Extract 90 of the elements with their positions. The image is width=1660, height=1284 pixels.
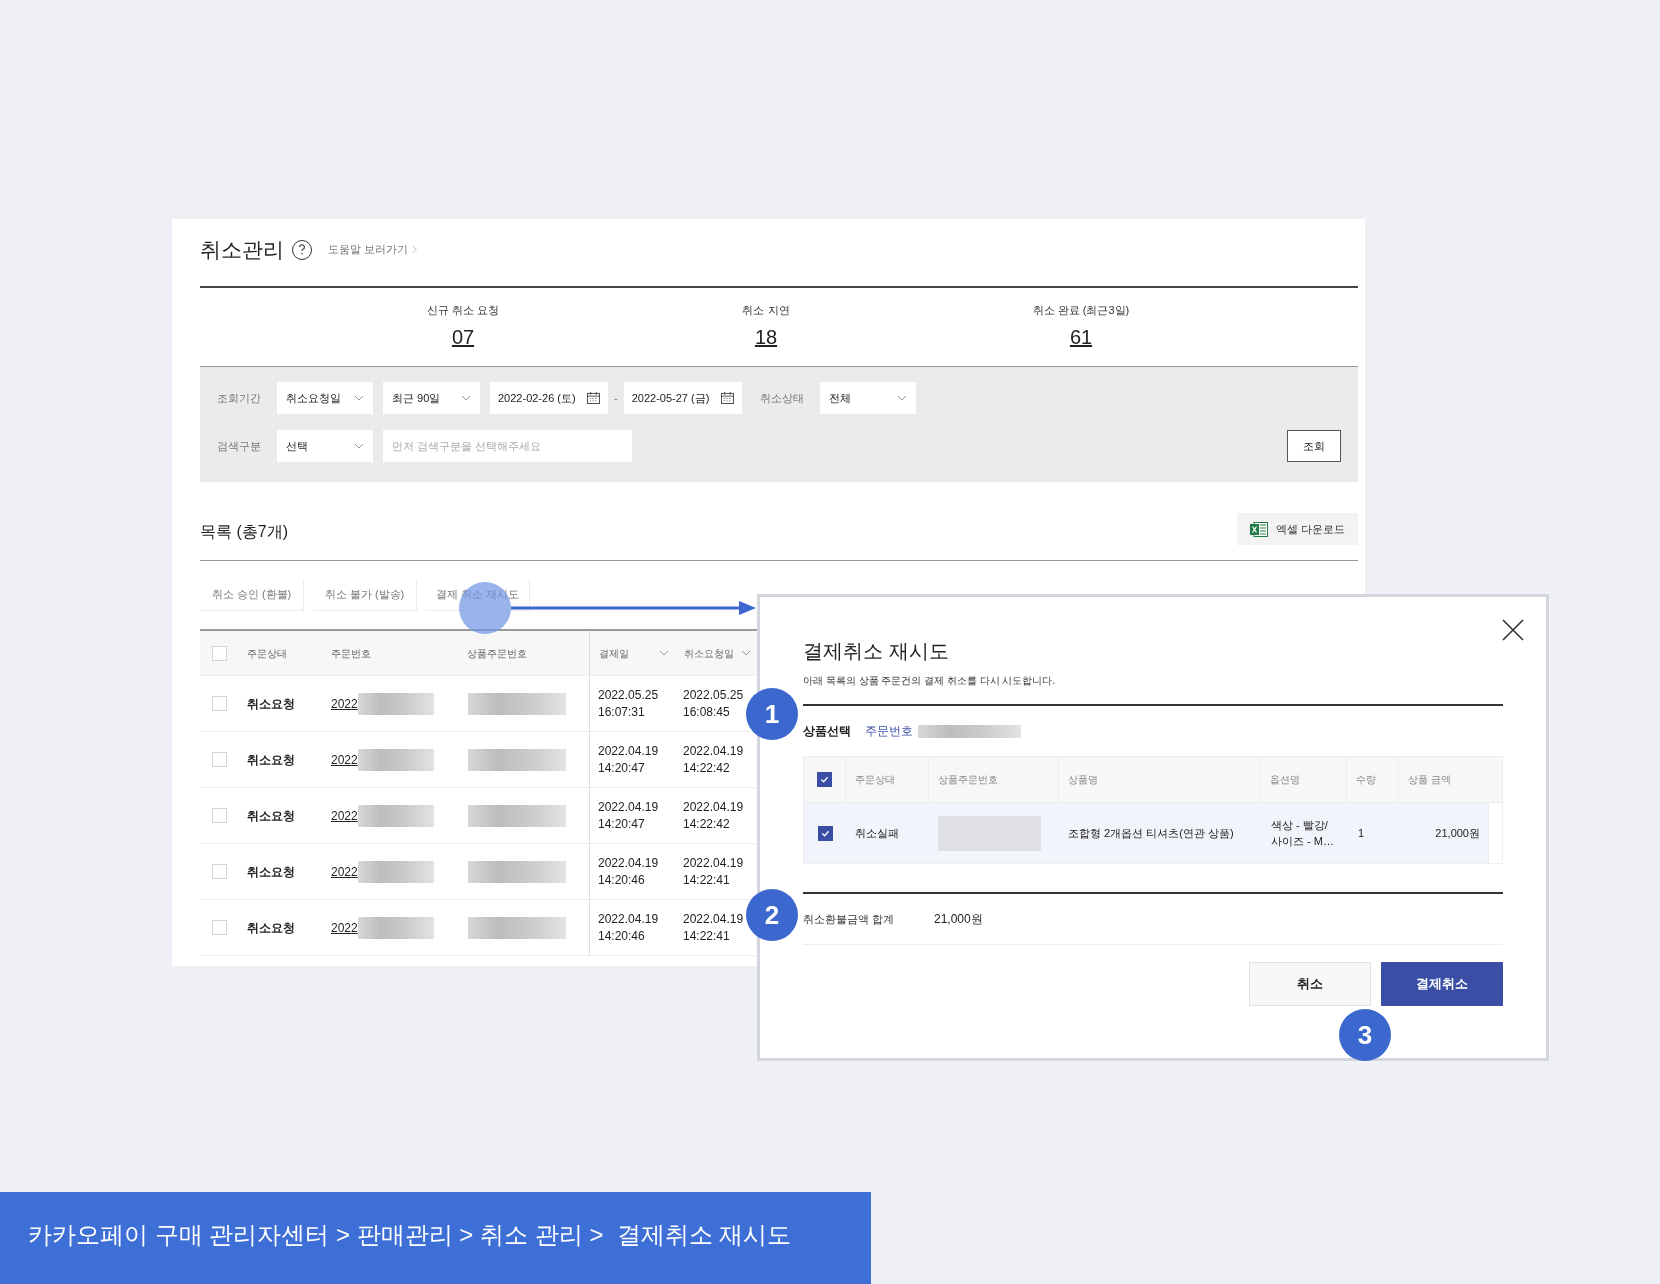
column-header: 상품 금액	[1408, 773, 1452, 787]
stat-count-link[interactable]: 61	[1069, 322, 1093, 353]
chevron-down-icon	[896, 395, 907, 401]
list-title: 목록 (총7개)	[200, 522, 288, 542]
stat-label: 취소 완료 (최근3일)	[1032, 302, 1130, 318]
order-number-link[interactable]: 2022	[331, 694, 358, 713]
total-amount: 21,000원	[934, 911, 983, 928]
chevron-down-icon	[354, 443, 364, 449]
checkbox[interactable]	[816, 772, 832, 787]
order-number-link[interactable]: 2022	[331, 862, 358, 881]
order-number-link[interactable]: 2022	[331, 750, 358, 769]
table-cell-text: 취소요청	[247, 919, 295, 937]
table-cell: 2022.04.19 14:20:46	[598, 854, 659, 889]
select-dropdown[interactable]: 취소요청일	[277, 382, 373, 414]
column-header: 주문상태	[854, 773, 895, 787]
table-cell-text: 취소요청	[247, 807, 295, 825]
action-button[interactable]: 취소 불가 (발송)	[313, 579, 417, 611]
table-cell: 2022.04.19 14:20:47	[598, 742, 659, 777]
column-header: 상품주문번호	[467, 646, 527, 661]
date-field[interactable]: 2022-05-27 (금)	[623, 382, 742, 414]
column-header: 상품주문번호	[937, 773, 998, 787]
table-cell-text: 취소요청	[247, 863, 295, 881]
filter-label: 조회기간	[217, 390, 262, 406]
check-icon	[819, 775, 829, 784]
select-dropdown[interactable]: 최근 90일	[383, 382, 480, 414]
column-header: 주문상태	[247, 646, 287, 661]
dialog-description: 아래 목록의 상품 주문건의 결제 취소를 다시 시도합니다.	[803, 674, 1057, 688]
chevron-down-icon[interactable]	[659, 650, 669, 656]
column-header: 결제일	[599, 646, 629, 661]
table-cell-text: 1	[1358, 825, 1365, 841]
stat-count-link[interactable]: 18	[754, 322, 778, 353]
table-cell: 2022.04.19 14:22:42	[683, 742, 744, 777]
column-header: 상품명	[1068, 773, 1099, 787]
stat-count-link[interactable]: 07	[451, 322, 475, 353]
stat-label: 취소 지연	[742, 302, 790, 318]
date-separator: -	[614, 390, 618, 406]
calendar-icon	[587, 392, 600, 404]
checkbox[interactable]	[211, 752, 227, 767]
cancel-button[interactable]: 취소	[1249, 962, 1371, 1006]
filter-label: 취소상태	[759, 390, 805, 406]
checkbox[interactable]	[211, 645, 227, 661]
breadcrumb-caption: 카카오페이 구매 관리자센터 > 판매관리 > 취소 관리 > 결제취소 재시도	[28, 1220, 792, 1250]
table-cell-text: 조합형 2개옵션 티셔츠(연관 상품)	[1068, 825, 1234, 841]
confirm-button[interactable]: 결제취소	[1381, 962, 1503, 1006]
order-number-link[interactable]: 2022	[331, 918, 358, 937]
table-cell: 2022.04.19 14:22:41	[683, 910, 744, 945]
check-icon	[820, 828, 830, 838]
table-cell: 2022.05.25 16:07:31	[598, 686, 659, 721]
column-header: 취소요청일	[684, 646, 734, 661]
checkbox[interactable]	[817, 825, 833, 841]
table-cell-text: 21,000원	[1435, 825, 1480, 841]
stat-label: 신규 취소 요청	[426, 302, 500, 318]
table-cell: 2022.04.19 14:20:47	[598, 798, 659, 833]
chevron-right-icon	[412, 245, 418, 254]
table-cell-text: 취소요청	[247, 751, 295, 769]
checkbox[interactable]	[211, 696, 227, 711]
checkbox[interactable]	[211, 864, 227, 879]
close-button[interactable]	[1500, 617, 1526, 643]
order-number-label: 주문번호	[865, 723, 913, 740]
table-cell-text: 취소실패	[855, 825, 899, 841]
dialog-title: 결제취소 재시도	[803, 639, 950, 664]
order-number-link[interactable]: 2022	[331, 806, 358, 825]
section-label: 상품선택	[803, 723, 851, 740]
help-link[interactable]: 도움말 보러가기	[328, 241, 418, 258]
search-button[interactable]: 조회	[1287, 430, 1341, 462]
checkbox[interactable]	[211, 808, 227, 823]
table-cell: 2022.04.19 14:20:46	[598, 910, 659, 945]
total-label: 취소환불금액 합계	[803, 911, 896, 927]
action-button[interactable]: 취소 승인 (환불)	[200, 579, 304, 611]
table-cell: 2022.05.25 16:08:45	[683, 686, 744, 721]
select-dropdown[interactable]: 전체	[819, 382, 916, 414]
table-cell-text: 색상 - 빨강/ 사이즈 - M…	[1271, 818, 1334, 849]
spreadsheet-icon	[1249, 521, 1268, 537]
checkbox[interactable]	[211, 920, 227, 935]
chevron-down-icon	[461, 395, 471, 401]
page-title: 취소관리	[200, 236, 284, 263]
chevron-down-icon	[354, 395, 364, 401]
chevron-down-icon[interactable]	[741, 650, 751, 656]
table-cell: 2022.04.19 14:22:42	[683, 798, 744, 833]
calendar-icon	[720, 392, 734, 404]
date-field[interactable]: 2022-02-26 (토)	[490, 382, 608, 414]
select-dropdown[interactable]: 선택	[277, 430, 373, 462]
filter-label: 검색구분	[217, 438, 262, 454]
column-header: 주문번호	[331, 646, 371, 661]
excel-download-button[interactable]: 엑셀 다운로드	[1237, 513, 1358, 545]
column-header: 옵션명	[1269, 773, 1300, 787]
table-cell: 2022.04.19 14:22:41	[683, 854, 744, 889]
table-cell-text: 취소요청	[247, 695, 295, 713]
search-field[interactable]: 먼저 검색구분을 선택해주세요	[383, 430, 632, 462]
column-header: 수량	[1356, 773, 1377, 787]
